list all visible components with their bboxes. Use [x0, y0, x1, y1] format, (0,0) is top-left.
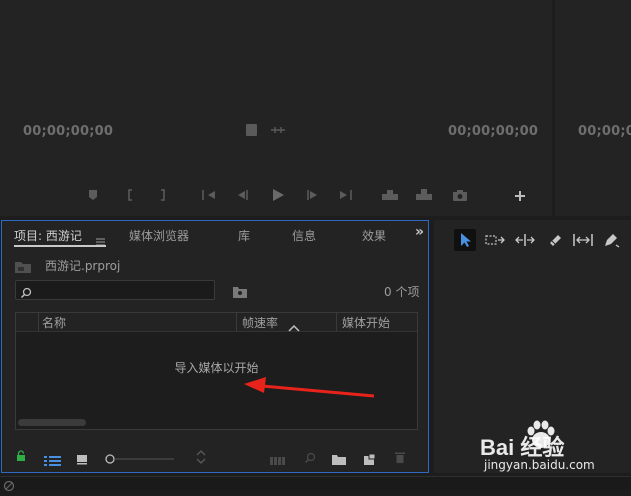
go-to-in-icon[interactable]	[200, 187, 218, 203]
go-to-out-icon[interactable]	[337, 187, 355, 203]
pen-tool-icon[interactable]	[600, 229, 622, 251]
source-timecode-out[interactable]: 00;00;00;00	[448, 124, 538, 139]
source-timecode-in[interactable]: 00;00;00;00	[23, 124, 113, 139]
column-frame-rate[interactable]: 帧速率	[242, 314, 278, 331]
save-frame-icon[interactable]	[246, 124, 257, 136]
project-file-icon	[14, 259, 32, 278]
program-monitor: 00;00;0	[555, 0, 631, 216]
tab-project[interactable]: 项目: 西游记	[14, 227, 82, 244]
item-count: 0 个项	[384, 285, 420, 299]
new-item-icon[interactable]	[364, 450, 376, 469]
baidu-watermark: Bai 经验 jingyan.baidu.com	[478, 418, 618, 478]
slip-tool-icon[interactable]	[572, 229, 594, 251]
play-icon[interactable]	[269, 186, 287, 204]
horizontal-scrollbar[interactable]	[18, 419, 86, 426]
export-frame-icon[interactable]	[451, 187, 469, 203]
step-back-icon[interactable]	[233, 187, 251, 203]
new-search-bin-icon[interactable]	[232, 283, 248, 302]
add-marker-icon[interactable]	[86, 187, 100, 203]
insert-icon[interactable]	[380, 187, 400, 203]
track-select-tool-icon[interactable]	[484, 229, 506, 251]
automate-to-sequence-icon[interactable]	[270, 451, 286, 470]
column-name[interactable]: 名称	[42, 314, 66, 331]
source-monitor: 00;00;00;00 00;00;00;00	[0, 0, 552, 216]
project-panel: 项目: 西游记 媒体浏览器 库 信息 效果 » 西游记.prproj 0 个项 …	[1, 220, 429, 473]
status-bar	[0, 476, 631, 492]
button-editor-plus-icon[interactable]	[512, 188, 528, 204]
new-bin-icon[interactable]	[332, 450, 346, 469]
column-separator	[336, 313, 337, 331]
annotation-arrow	[244, 377, 375, 398]
ripple-edit-tool-icon[interactable]	[514, 229, 536, 251]
project-file-name: 西游记.prproj	[45, 259, 121, 273]
mark-out-icon[interactable]	[155, 187, 169, 203]
list-view-icon[interactable]	[44, 451, 62, 470]
overwrite-icon[interactable]	[414, 187, 434, 203]
lock-icon[interactable]	[16, 450, 26, 465]
status-indicator-icon	[3, 477, 15, 496]
program-timecode[interactable]: 00;00;0	[578, 124, 631, 139]
watermark-url: jingyan.baidu.com	[484, 458, 595, 472]
panel-menu-icon[interactable]	[96, 231, 105, 250]
column-separator	[38, 313, 39, 331]
sort-ascending-icon	[288, 317, 300, 336]
step-forward-icon[interactable]	[304, 187, 322, 203]
active-tab-underline	[14, 245, 106, 247]
column-separator	[236, 313, 237, 331]
sort-icons-icon[interactable]	[196, 449, 206, 468]
tab-effects[interactable]: 效果	[362, 227, 386, 244]
list-header: 名称 帧速率 媒体开始	[16, 313, 417, 332]
tab-overflow-icon[interactable]: »	[415, 224, 424, 240]
search-input[interactable]	[15, 280, 215, 300]
column-media-start[interactable]: 媒体开始	[342, 314, 390, 331]
razor-tool-icon[interactable]	[544, 229, 566, 251]
icon-view-icon[interactable]	[76, 450, 88, 469]
tab-libraries[interactable]: 库	[238, 227, 250, 244]
mark-in-icon[interactable]	[124, 187, 138, 203]
tab-media-browser[interactable]: 媒体浏览器	[129, 227, 189, 244]
selection-tool-icon[interactable]	[454, 229, 476, 251]
search-icon	[20, 284, 32, 303]
insert-edit-small-icon[interactable]	[269, 124, 287, 136]
trash-icon[interactable]	[394, 449, 406, 468]
zoom-slider[interactable]	[104, 450, 176, 469]
tab-info[interactable]: 信息	[292, 227, 316, 244]
find-icon[interactable]	[304, 449, 316, 468]
